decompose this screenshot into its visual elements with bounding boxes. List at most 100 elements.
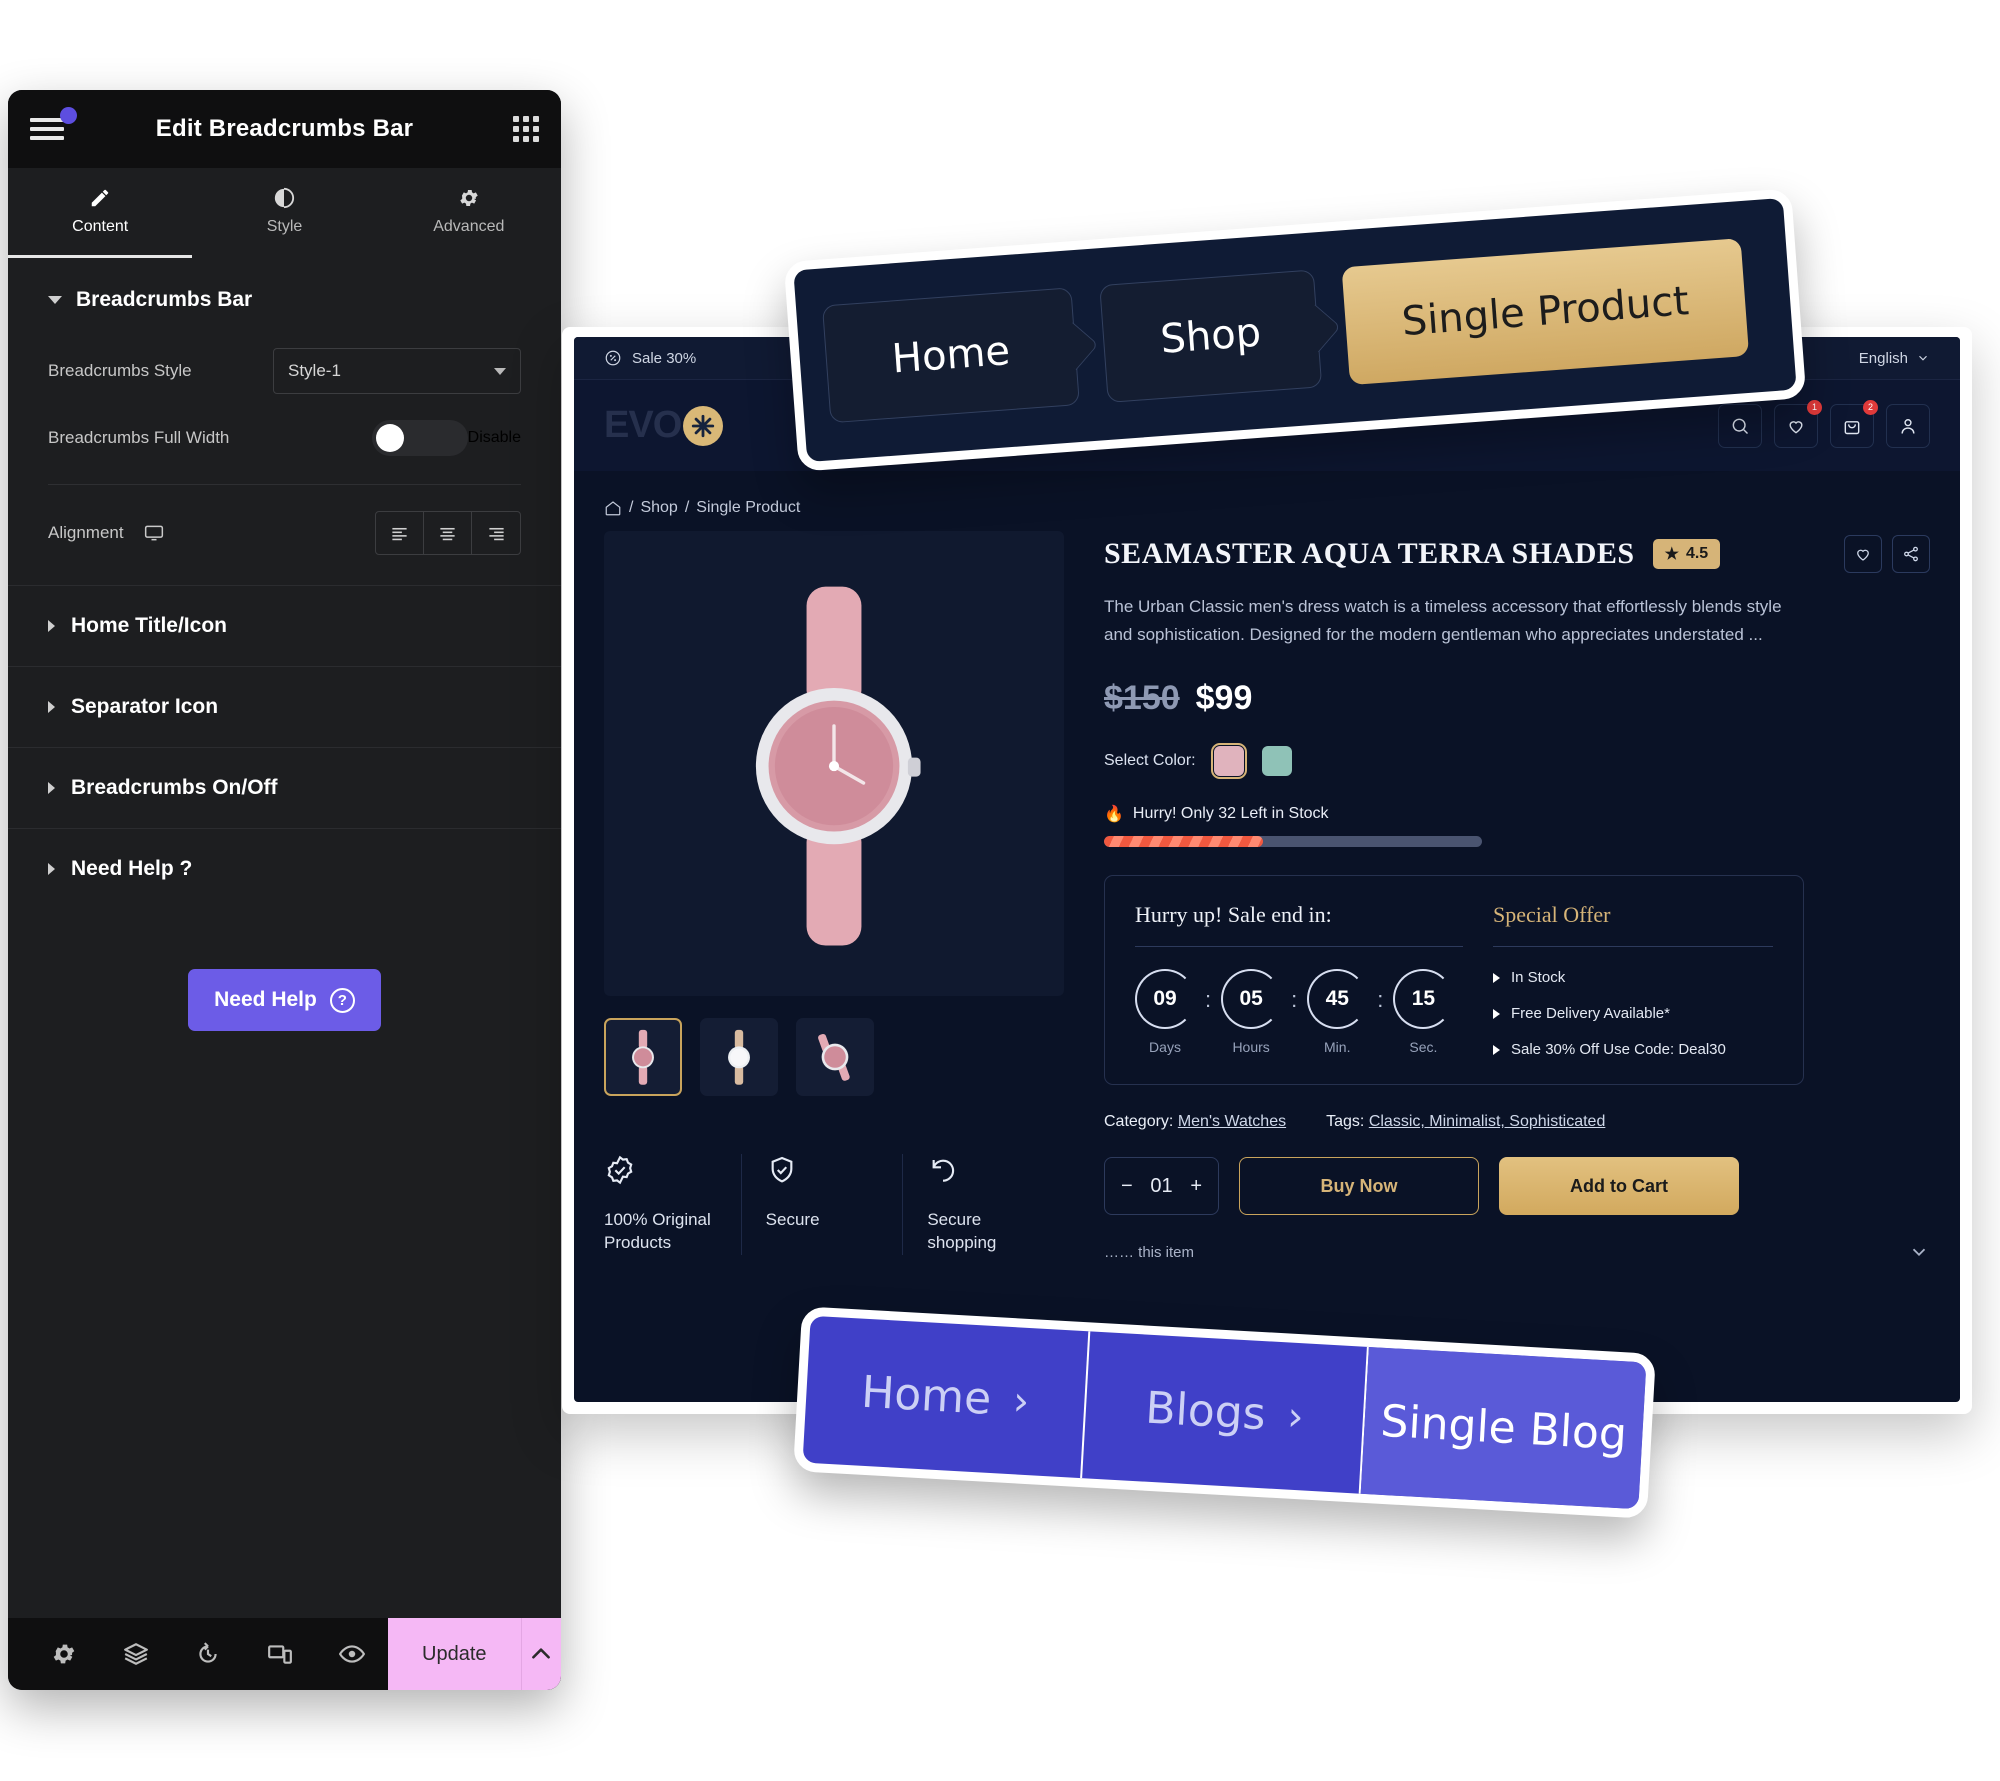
countdown-panel: Hurry up! Sale end in: 09 Days : 05 Hour… xyxy=(1135,902,1463,1058)
countdown-value: 09 xyxy=(1135,969,1195,1030)
quantity-decrease-button[interactable]: − xyxy=(1121,1175,1133,1198)
trust-badges: 100% Original Products Secure Secure sho… xyxy=(604,1154,1064,1255)
shield-check-icon xyxy=(771,1156,793,1183)
accordion-breadcrumbs-onoff[interactable]: Breadcrumbs On/Off xyxy=(8,747,561,828)
align-left-button[interactable] xyxy=(376,512,424,554)
history-icon[interactable] xyxy=(172,1641,244,1667)
countdown-separator: : xyxy=(1205,987,1212,1013)
desktop-monitor-icon[interactable] xyxy=(144,523,164,543)
alignment-button-group xyxy=(375,511,521,555)
accordion-need-help[interactable]: Need Help ? xyxy=(8,828,561,909)
product-main-image[interactable] xyxy=(604,531,1064,996)
grid-apps-icon[interactable] xyxy=(513,116,539,142)
update-options-chevron-up-icon[interactable] xyxy=(520,1618,561,1690)
offer-item: Free Delivery Available* xyxy=(1493,1005,1773,1022)
hamburger-icon[interactable] xyxy=(30,118,64,140)
home-icon[interactable] xyxy=(604,499,622,517)
align-right-button[interactable] xyxy=(472,512,520,554)
product-thumbnails xyxy=(604,1018,1064,1096)
notification-dot xyxy=(60,107,77,124)
accordion-home-title-icon[interactable]: Home Title/Icon xyxy=(8,585,561,666)
update-button[interactable]: Update xyxy=(388,1618,521,1690)
website-preview-window: Sale 30% English EVO 1 2 / Shop / Single… xyxy=(562,327,1972,1414)
color-swatch-pink[interactable] xyxy=(1210,743,1247,780)
tab-advanced[interactable]: Advanced xyxy=(377,168,561,258)
topbar-promo: Sale 30% xyxy=(632,349,697,367)
return-arrow-icon xyxy=(932,1159,955,1182)
section-breadcrumbs-bar[interactable]: Breadcrumbs Bar xyxy=(8,258,561,322)
screenshot-stage: Edit Breadcrumbs Bar Content Style Advan… xyxy=(0,0,2000,1781)
cart-bag-icon[interactable]: 2 xyxy=(1830,399,1878,448)
responsive-icon[interactable] xyxy=(244,1641,316,1667)
chevron-down-icon[interactable] xyxy=(1908,1241,1930,1263)
need-help-button-label: Need Help xyxy=(214,988,317,1011)
wishlist-badge: 1 xyxy=(1807,399,1822,415)
panel-tabs: Content Style Advanced xyxy=(8,168,561,258)
countdown-label: Sec. xyxy=(1409,1039,1438,1056)
countdown-label: Days xyxy=(1149,1039,1181,1056)
floating-blog-crumb-single-blog-active[interactable]: Single Blog xyxy=(1361,1346,1647,1510)
countdown-days: 09 Days xyxy=(1135,969,1195,1055)
accordion-label: Breadcrumbs On/Off xyxy=(71,776,278,799)
need-help-button[interactable]: Need Help ? xyxy=(188,969,381,1031)
layers-icon[interactable] xyxy=(100,1641,172,1667)
category-link[interactable]: Men's Watches xyxy=(1178,1113,1286,1130)
wishlist-heart-icon[interactable]: 1 xyxy=(1774,399,1822,448)
verified-badge-icon xyxy=(607,1155,633,1185)
rating-badge: ★ 4.5 xyxy=(1652,539,1721,569)
trust-badge-label: 100% Original Products xyxy=(604,1210,711,1252)
floating-crumb-label: Single Product xyxy=(1400,278,1691,346)
quantity-increase-button[interactable]: + xyxy=(1190,1175,1202,1198)
product-accordion-strip[interactable]: …… this item xyxy=(1104,1241,1930,1263)
product-gallery: 100% Original Products Secure Secure sho… xyxy=(604,531,1064,1263)
watch-thumb-2[interactable] xyxy=(700,1018,778,1096)
breadcrumbs-style-select[interactable]: Style-1 xyxy=(273,348,521,394)
tab-style-label: Style xyxy=(266,218,303,235)
tab-content[interactable]: Content xyxy=(8,168,193,258)
accordion-separator-icon[interactable]: Separator Icon xyxy=(8,666,561,747)
floating-crumb-single-product-active[interactable]: Single Product xyxy=(1341,238,1750,386)
share-icon[interactable] xyxy=(1892,535,1930,573)
control-alignment: Alignment xyxy=(8,485,561,585)
user-icon[interactable] xyxy=(1886,403,1930,448)
buy-now-button[interactable]: Buy Now xyxy=(1239,1157,1479,1216)
floating-blog-crumb-blogs[interactable]: Blogs › xyxy=(1081,1331,1370,1494)
full-width-state: Disable xyxy=(467,429,521,446)
language-selector-label[interactable]: English xyxy=(1859,350,1908,367)
search-icon[interactable] xyxy=(1718,403,1762,448)
countdown-separator: : xyxy=(1291,987,1298,1013)
watch-thumb-1[interactable] xyxy=(604,1018,682,1096)
site-logo[interactable]: EVO xyxy=(604,404,724,447)
tags-link[interactable]: Classic, Minimalist, Sophisticated xyxy=(1369,1113,1606,1130)
align-center-button[interactable] xyxy=(424,512,472,554)
floating-crumb-shop[interactable]: Shop xyxy=(1099,269,1341,403)
trust-badge-secure: Secure xyxy=(742,1154,904,1255)
gear-icon[interactable] xyxy=(28,1641,100,1667)
color-swatch-teal[interactable] xyxy=(1261,746,1292,777)
floating-crumb-home[interactable]: Home xyxy=(821,287,1099,424)
offer-item-label: Sale 30% Off Use Code: Deal30 xyxy=(1511,1041,1726,1059)
price-row: $150 $99 xyxy=(1104,679,1930,718)
offer-box: Hurry up! Sale end in: 09 Days : 05 Hour… xyxy=(1104,875,1804,1086)
full-width-toggle[interactable] xyxy=(371,420,468,456)
countdown-value: 15 xyxy=(1393,969,1454,1030)
tags-label: Tags: xyxy=(1326,1113,1365,1131)
special-offer-panel: Special Offer In Stock Free Delivery Ava… xyxy=(1493,902,1773,1058)
stock-progress-bar xyxy=(1104,836,1482,848)
chevron-down-icon[interactable] xyxy=(1916,351,1930,365)
watch-illustration xyxy=(755,586,921,946)
tab-style[interactable]: Style xyxy=(192,168,376,258)
add-to-cart-button[interactable]: Add to Cart xyxy=(1499,1157,1739,1216)
rating-value: 4.5 xyxy=(1685,545,1709,562)
countdown-minutes: 45 Min. xyxy=(1307,969,1368,1055)
wishlist-heart-icon[interactable] xyxy=(1844,535,1882,573)
floating-blog-crumb-home[interactable]: Home › xyxy=(802,1315,1090,1479)
eye-icon[interactable] xyxy=(316,1641,388,1667)
breadcrumb-item-shop[interactable]: Shop xyxy=(640,499,677,517)
watch-thumb-3[interactable] xyxy=(796,1018,874,1096)
quantity-stepper[interactable]: − 01 + xyxy=(1104,1157,1219,1216)
question-circle-icon: ? xyxy=(329,987,355,1013)
breadcrumb: / Shop / Single Product xyxy=(574,471,1960,523)
offer-item-label: Free Delivery Available* xyxy=(1511,1005,1670,1023)
countdown-value: 05 xyxy=(1221,969,1282,1030)
